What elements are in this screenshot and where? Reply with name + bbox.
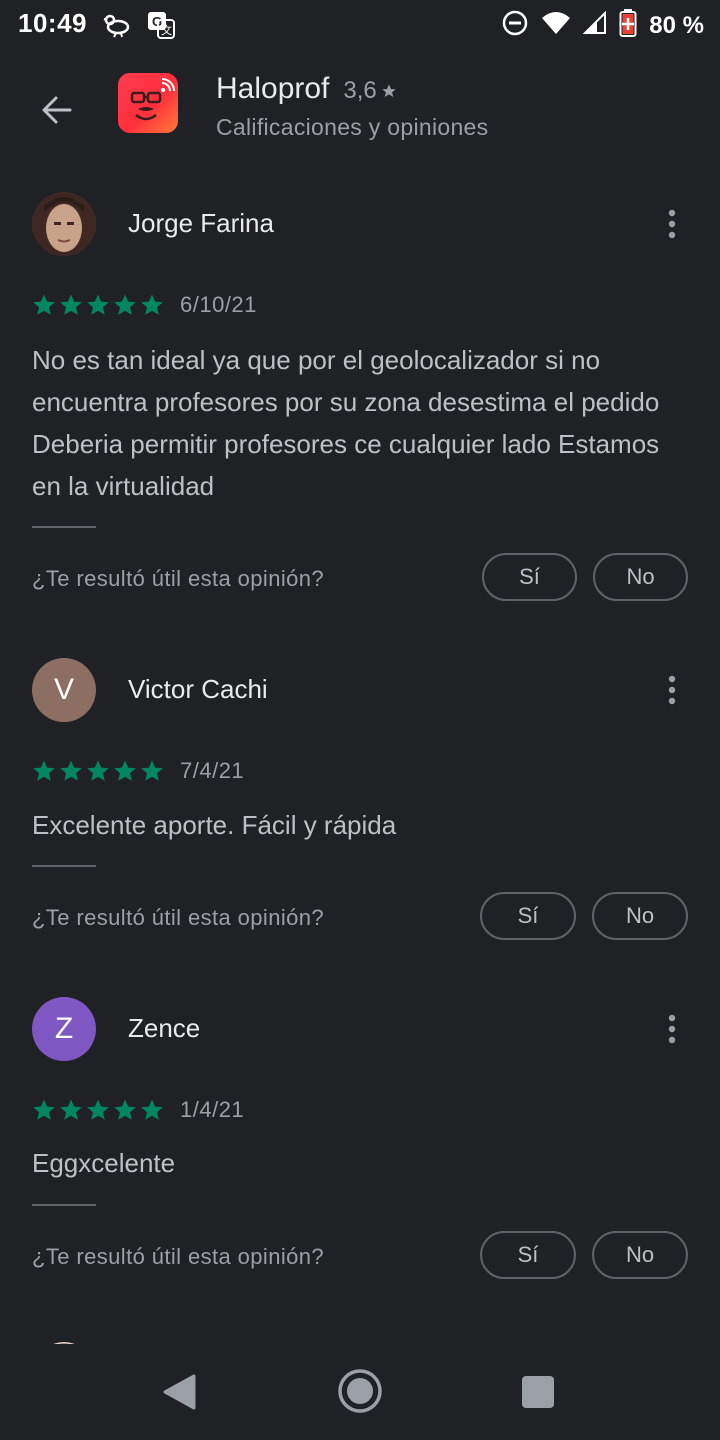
star-icon <box>114 760 136 781</box>
divider <box>32 1204 96 1206</box>
helpful-no-button[interactable]: No <box>592 892 688 940</box>
app-name: Haloprof <box>216 72 330 105</box>
rating-row: 6/10/21 <box>32 292 257 318</box>
status-bar: 10:49 G 文 80 % <box>0 0 720 52</box>
review-text: Eggxcelente <box>32 1148 176 1178</box>
reviewer-name: Victor Cachi <box>128 674 268 704</box>
helpful-prompt: ¿Te resultó útil esta opinión? <box>32 1244 325 1269</box>
star-icon <box>33 1099 55 1120</box>
star-icon <box>33 760 55 781</box>
app-rating: 3,6 <box>343 77 396 105</box>
star-rating <box>32 1098 164 1122</box>
app-title-row: Haloprof 3,6 <box>216 72 397 106</box>
nav-back-button[interactable] <box>162 1374 196 1415</box>
review-text: Excelente aporte. Fácil y rápida <box>32 810 397 840</box>
bird-icon <box>102 11 132 44</box>
app-rating-value: 3,6 <box>343 77 377 104</box>
circle-home-icon <box>338 1369 382 1413</box>
helpful-yes-button[interactable]: Sí <box>480 1231 576 1279</box>
star-icon <box>87 294 109 315</box>
star-icon <box>114 294 136 315</box>
star-icon <box>141 760 163 781</box>
helpful-yes-button[interactable]: Sí <box>482 553 577 601</box>
star-rating <box>32 759 164 783</box>
triangle-back-icon <box>163 1374 196 1410</box>
battery-percent: 80 % <box>649 11 704 39</box>
rating-row: 1/4/21 <box>32 1097 244 1123</box>
more-vert-icon <box>668 1014 676 1044</box>
star-icon <box>60 760 82 781</box>
more-options-button[interactable] <box>652 204 692 244</box>
review-date: 1/4/21 <box>180 1097 245 1122</box>
status-time: 10:49 <box>18 8 87 38</box>
star-icon <box>114 1099 136 1120</box>
review-text: No es tan ideal ya que por el geolocaliz… <box>32 345 660 501</box>
avatar[interactable] <box>32 192 96 256</box>
status-right: 80 % <box>501 8 704 43</box>
avatar[interactable]: Z <box>32 997 96 1061</box>
more-options-button[interactable] <box>652 1009 692 1049</box>
helpful-yes-button[interactable]: Sí <box>480 892 576 940</box>
star-icon <box>33 294 55 315</box>
review-date: 7/4/21 <box>180 758 245 783</box>
svg-text:文: 文 <box>161 23 172 37</box>
arrow-left-icon <box>42 96 72 124</box>
more-vert-icon <box>668 675 676 705</box>
star-icon <box>60 294 82 315</box>
helpful-no-button[interactable]: No <box>592 1231 688 1279</box>
back-button[interactable] <box>28 82 84 138</box>
battery-icon <box>619 8 637 43</box>
translate-icon: G 文 <box>146 10 176 45</box>
dnd-icon <box>501 9 529 42</box>
system-nav-bar <box>0 1344 720 1440</box>
divider <box>32 526 96 528</box>
status-left-icons: G 文 <box>102 10 176 45</box>
star-rating <box>32 293 164 317</box>
star-icon <box>141 294 163 315</box>
signal-icon <box>582 10 607 40</box>
star-icon <box>60 1099 82 1120</box>
star-icon <box>382 84 396 97</box>
more-options-button[interactable] <box>652 670 692 710</box>
app-subtitle: Calificaciones y opiniones <box>216 114 489 140</box>
review-date: 6/10/21 <box>180 292 257 317</box>
avatar[interactable]: V <box>32 658 96 722</box>
nav-home-button[interactable] <box>337 1368 383 1419</box>
wifi-icon <box>541 10 571 41</box>
app-header: Haloprof 3,6 Calificaciones y opiniones <box>0 60 720 160</box>
star-icon <box>87 760 109 781</box>
rating-row: 7/4/21 <box>32 758 244 784</box>
more-vert-icon <box>668 209 676 239</box>
helpful-no-button[interactable]: No <box>593 553 688 601</box>
star-icon <box>87 1099 109 1120</box>
helpful-prompt: ¿Te resultó útil esta opinión? <box>32 905 325 930</box>
nav-recents-button[interactable] <box>522 1376 554 1408</box>
reviewer-name: Zence <box>128 1013 201 1043</box>
app-icon[interactable] <box>118 73 178 133</box>
star-icon <box>141 1099 163 1120</box>
helpful-prompt: ¿Te resultó útil esta opinión? <box>32 566 325 591</box>
divider <box>32 865 96 867</box>
reviewer-name: Jorge Farina <box>128 208 274 238</box>
